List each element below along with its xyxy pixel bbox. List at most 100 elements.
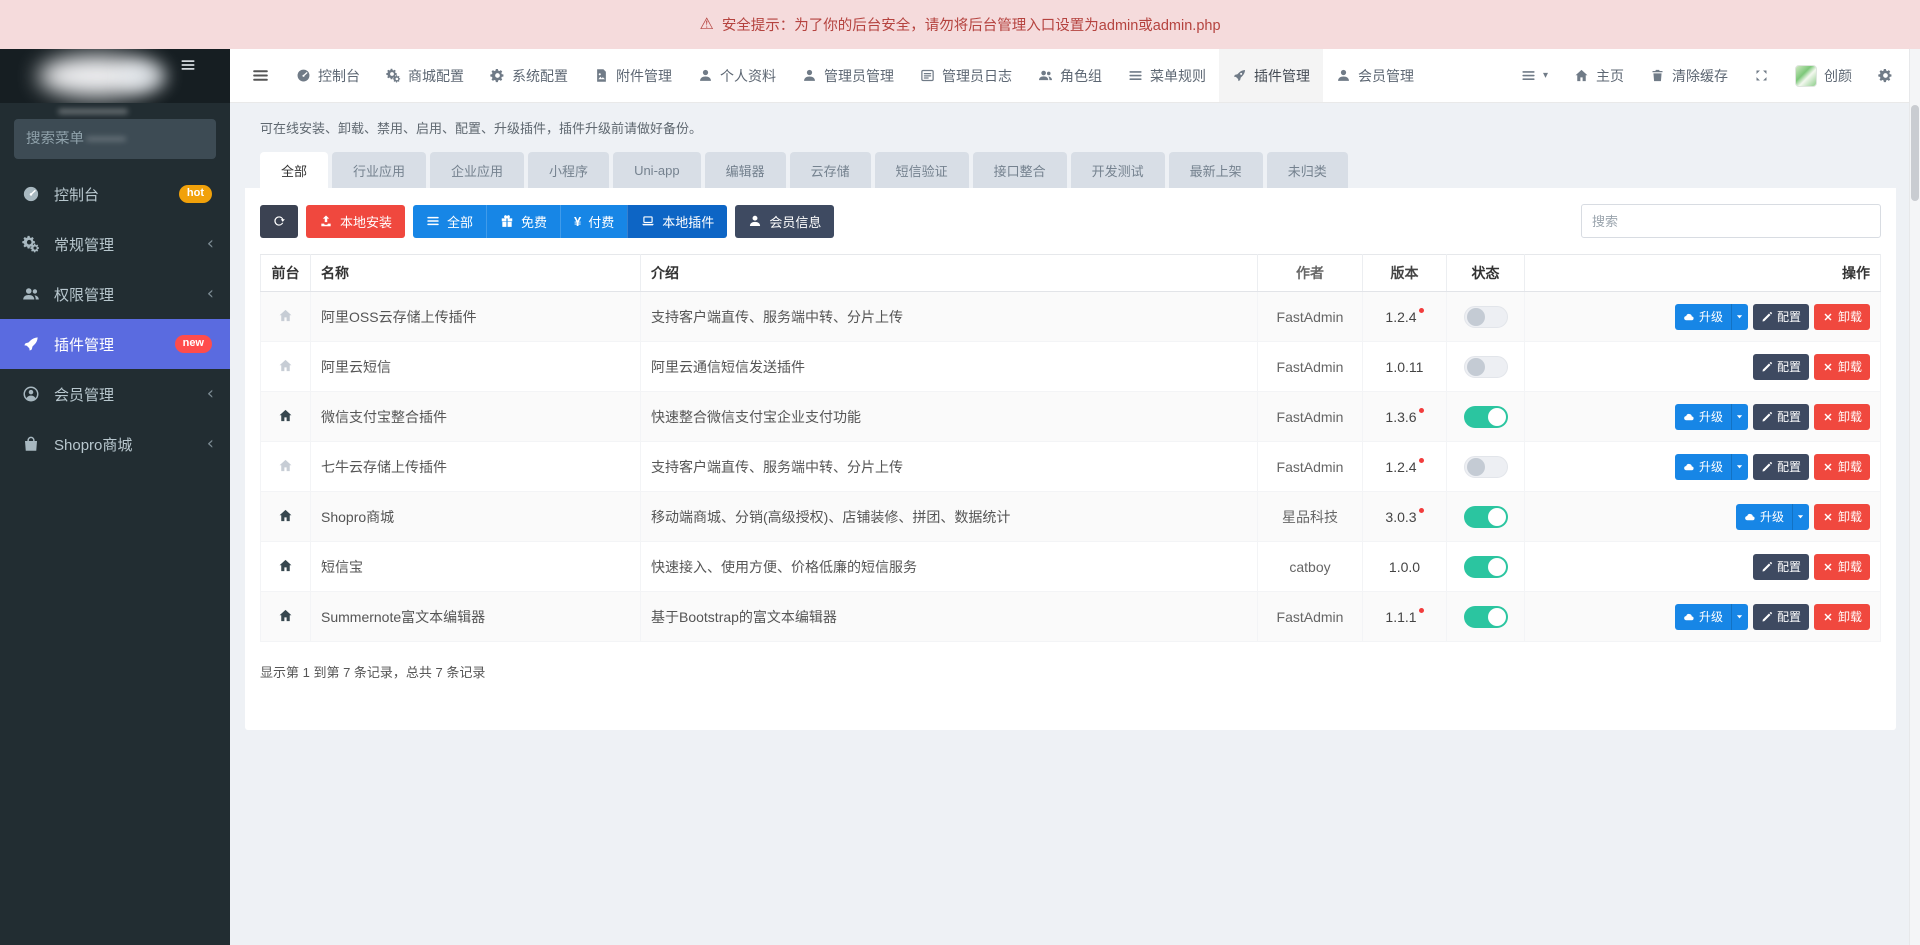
caret-down-icon: ▾ [1542, 70, 1548, 81]
upgrade-button[interactable]: 升级 [1674, 303, 1731, 330]
refresh-button[interactable] [260, 204, 298, 238]
tab-devtest[interactable]: 开发测试 [1070, 152, 1165, 188]
sidebar-item-addon[interactable]: 插件管理 new [0, 319, 230, 369]
upgrade-caret-button[interactable] [1730, 603, 1748, 630]
table-header-row: 前台 名称 介绍 作者 版本 状态 操作 [260, 254, 1881, 292]
column-header: 版本 [1362, 254, 1447, 292]
topnav-item-addon[interactable]: 插件管理 [1219, 49, 1323, 102]
upgrade-button[interactable]: 升级 [1674, 403, 1731, 430]
tab-uncategorized[interactable]: 未归类 [1266, 152, 1348, 188]
status-toggle[interactable] [1463, 305, 1508, 328]
addon-status-cell [1446, 341, 1525, 392]
config-button[interactable]: 配置 [1752, 553, 1809, 580]
uninstall-button[interactable]: 卸载 [1813, 603, 1870, 630]
front-status-cell [260, 541, 311, 592]
member-info-button[interactable]: 会员信息 [735, 204, 835, 238]
upgrade-button[interactable]: 升级 [1674, 453, 1731, 480]
tab-all[interactable]: 全部 [260, 152, 329, 188]
tab-industry[interactable]: 行业应用 [332, 152, 427, 188]
status-toggle[interactable] [1463, 505, 1508, 528]
addon-status-cell [1446, 291, 1525, 342]
status-toggle[interactable] [1463, 555, 1508, 578]
uninstall-button[interactable]: 卸载 [1813, 553, 1870, 580]
topnav-item-menu-rule[interactable]: 菜单规则 [1115, 49, 1219, 102]
config-button[interactable]: 配置 [1752, 353, 1809, 380]
tab-api[interactable]: 接口整合 [972, 152, 1067, 188]
scrollbar-thumb[interactable] [1911, 105, 1919, 201]
filter-paid-button[interactable]: ¥ 付费 [560, 204, 628, 238]
status-toggle[interactable] [1463, 455, 1508, 478]
uninstall-button[interactable]: 卸载 [1813, 303, 1870, 330]
sidebar-item-user[interactable]: 会员管理 ‹ [0, 369, 230, 419]
sidebar-item-general[interactable]: 常规管理 ‹ [0, 219, 230, 269]
tab-newest[interactable]: 最新上架 [1168, 152, 1263, 188]
nav-clear-cache-button[interactable]: 清除缓存 [1637, 49, 1741, 102]
upgrade-caret-button[interactable] [1791, 503, 1809, 530]
uninstall-button[interactable]: 卸载 [1813, 503, 1870, 530]
config-button[interactable]: 配置 [1752, 603, 1809, 630]
nav-settings-button[interactable] [1865, 49, 1906, 102]
front-status-cell [260, 341, 311, 392]
topnav-item-system-config[interactable]: 系统配置 [477, 49, 581, 102]
uninstall-button[interactable]: 卸载 [1813, 453, 1870, 480]
shop-icon [22, 435, 40, 453]
config-button[interactable]: 配置 [1752, 303, 1809, 330]
topnav-item-admin[interactable]: 管理员管理 [789, 49, 907, 102]
topnav-item-admin-log[interactable]: 管理员日志 [907, 49, 1025, 102]
app-frame: 控制台 hot 常规管理 ‹ 权限管理 ‹ 插件管理 new 会员管理 ‹ Shopro商城 ‹ 控制… [0, 49, 1920, 945]
filter-local-button[interactable]: 本地插件 [627, 204, 728, 238]
sidebar-toggle-icon[interactable] [180, 57, 196, 73]
tab-cloud-storage[interactable]: 云存储 [789, 152, 871, 188]
sidebar-item-dashboard[interactable]: 控制台 hot [0, 169, 230, 219]
tab-enterprise[interactable]: 企业应用 [430, 152, 525, 188]
x-icon [1822, 411, 1834, 423]
nav-fullscreen-button[interactable] [1741, 49, 1782, 102]
addon-intro-cell: 移动端商城、分销(高级授权)、店铺装修、拼团、数据统计 [640, 491, 1258, 542]
tab-uniapp[interactable]: Uni-app [613, 152, 701, 188]
topnav-item-user[interactable]: 会员管理 [1323, 49, 1427, 102]
tab-miniapp[interactable]: 小程序 [528, 152, 610, 188]
uninstall-button[interactable]: 卸载 [1813, 403, 1870, 430]
nav-overflow-dropdown[interactable]: ▾ [1508, 49, 1561, 102]
status-toggle[interactable] [1463, 605, 1508, 628]
nav-username: 创颜 [1824, 67, 1852, 84]
sidebar-item-shopro[interactable]: Shopro商城 ‹ [0, 419, 230, 469]
nav-home-label: 主页 [1596, 67, 1624, 84]
update-dot [1418, 508, 1424, 513]
status-toggle[interactable] [1463, 355, 1508, 378]
tab-editor[interactable]: 编辑器 [704, 152, 786, 188]
nav-home-button[interactable]: 主页 [1561, 49, 1637, 102]
pencil-icon [1761, 611, 1773, 623]
upgrade-caret-button[interactable] [1730, 303, 1748, 330]
rocket-icon [22, 335, 40, 353]
cogs-icon [386, 68, 401, 83]
config-button[interactable]: 配置 [1752, 453, 1809, 480]
topnav-item-shop-config[interactable]: 商城配置 [373, 49, 477, 102]
uninstall-button[interactable]: 卸载 [1813, 353, 1870, 380]
tab-sms[interactable]: 短信验证 [874, 152, 969, 188]
topnav-item-group[interactable]: 角色组 [1025, 49, 1115, 102]
filter-all-button[interactable]: 全部 [413, 204, 487, 238]
topnav-item-dashboard[interactable]: 控制台 [283, 49, 373, 102]
topnav-right: ▾ 主页 清除缓存 创颜 [1508, 49, 1906, 102]
upgrade-button[interactable]: 升级 [1735, 503, 1792, 530]
topnav-item-label: 菜单规则 [1150, 67, 1206, 84]
sidebar-item-auth[interactable]: 权限管理 ‹ [0, 269, 230, 319]
topnav-item-profile[interactable]: 个人资料 [685, 49, 789, 102]
filter-free-button[interactable]: 免费 [486, 204, 561, 238]
nav-hamburger-button[interactable] [238, 49, 283, 102]
nav-user-menu[interactable]: 创颜 [1782, 49, 1865, 102]
status-toggle[interactable] [1463, 405, 1508, 428]
config-button[interactable]: 配置 [1752, 403, 1809, 430]
upgrade-button[interactable]: 升级 [1674, 603, 1731, 630]
upgrade-caret-button[interactable] [1730, 453, 1748, 480]
table-search-input[interactable] [1581, 204, 1881, 238]
local-install-button[interactable]: 本地安装 [306, 204, 406, 238]
addon-actions-cell: 升级 配置 卸载 [1524, 291, 1881, 342]
page-scrollbar[interactable] [1909, 49, 1920, 945]
upgrade-label: 升级 [1759, 510, 1784, 524]
sidebar: 控制台 hot 常规管理 ‹ 权限管理 ‹ 插件管理 new 会员管理 ‹ Shopro商城 ‹ [0, 49, 230, 945]
topnav-item-attachment[interactable]: 附件管理 [581, 49, 685, 102]
upgrade-caret-button[interactable] [1730, 403, 1748, 430]
trash-icon [1650, 68, 1665, 83]
